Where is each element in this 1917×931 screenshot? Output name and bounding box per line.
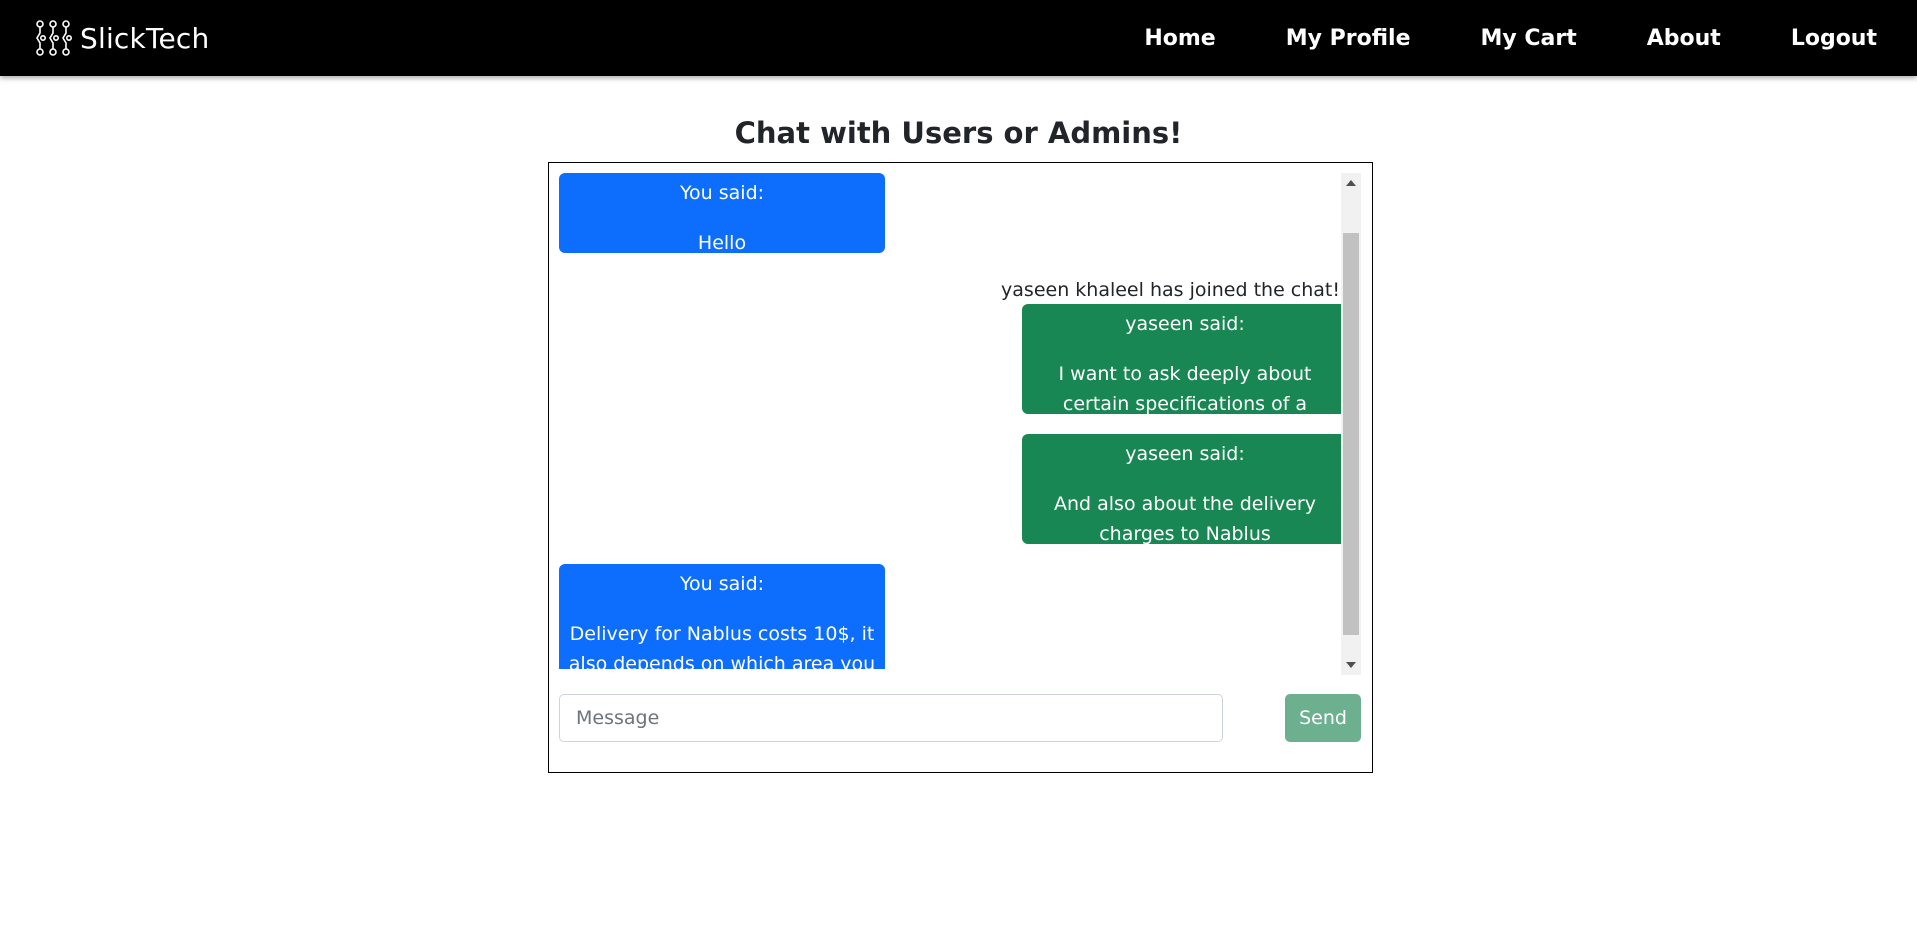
message-text: And also about the delivery charges to N…	[1053, 493, 1316, 545]
message-bubble-mine: You said: Hello	[559, 173, 885, 254]
message-sender: yaseen said:	[1125, 313, 1245, 335]
scrollbar-thumb[interactable]	[1343, 233, 1359, 635]
message-text: Delivery for Nablus costs 10$, it also d…	[568, 623, 876, 669]
message-text: Hello	[697, 232, 747, 254]
scroll-down-arrow-icon[interactable]	[1341, 655, 1361, 675]
nav-link-my-cart[interactable]: My Cart	[1480, 26, 1576, 51]
message-bubble-other: yaseen said: And also about the delivery…	[1022, 434, 1348, 545]
message-list-scrollbar[interactable]	[1341, 173, 1361, 675]
navbar: SlickTech Home My Profile My Cart About …	[0, 0, 1917, 76]
scroll-up-arrow-icon[interactable]	[1341, 173, 1361, 193]
circuit-nodes-logo-icon	[36, 20, 72, 56]
send-button[interactable]: Send	[1285, 694, 1361, 742]
nav-links: Home My Profile My Cart About Logout	[1074, 26, 1877, 51]
brand-link[interactable]: SlickTech	[34, 19, 209, 57]
chat-box: You said: Hello yaseen khaleel has joine…	[548, 162, 1373, 773]
join-notice: yaseen khaleel has joined the chat!	[1001, 279, 1340, 301]
message-list[interactable]: You said: Hello yaseen khaleel has joine…	[559, 173, 1348, 669]
page-title: Chat with Users or Admins!	[734, 116, 1183, 150]
message-sender: You said:	[679, 573, 765, 595]
nav-link-logout[interactable]: Logout	[1791, 26, 1877, 51]
message-sender: yaseen said:	[1125, 443, 1245, 465]
message-input[interactable]	[559, 694, 1223, 742]
brand-name: SlickTech	[80, 21, 210, 55]
nav-link-about[interactable]: About	[1647, 26, 1721, 51]
message-sender: You said:	[679, 182, 765, 204]
nav-link-home[interactable]: Home	[1144, 26, 1215, 51]
nav-link-my-profile[interactable]: My Profile	[1286, 26, 1411, 51]
message-bubble-other: yaseen said: I want to ask deeply about …	[1022, 304, 1348, 445]
message-bubble-mine: You said: Delivery for Nablus costs 10$,…	[559, 564, 885, 669]
